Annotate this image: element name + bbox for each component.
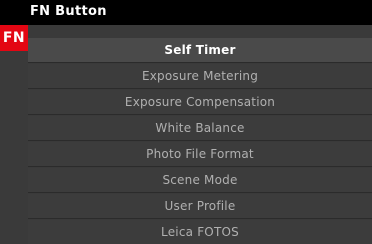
- menu-item-exposure-compensation[interactable]: Exposure Compensation: [28, 90, 372, 115]
- menu-title: FN Button: [30, 4, 107, 19]
- menu-item-white-balance[interactable]: White Balance: [28, 116, 372, 141]
- fn-button-menu-screen: FN Button Self Timer Exposure Metering E…: [0, 0, 372, 244]
- menu-item-leica-fotos[interactable]: Leica FOTOS: [28, 220, 372, 244]
- fn-assignment-list: Self Timer Exposure Metering Exposure Co…: [28, 38, 372, 244]
- menu-item-exposure-metering[interactable]: Exposure Metering: [28, 64, 372, 89]
- menu-item-scene-mode[interactable]: Scene Mode: [28, 168, 372, 193]
- menu-item-user-profile[interactable]: User Profile: [28, 194, 372, 219]
- menu-item-self-timer[interactable]: Self Timer: [28, 38, 372, 63]
- fn-badge-icon: FN: [0, 25, 28, 51]
- menu-header: FN Button: [0, 0, 372, 25]
- menu-item-photo-file-format[interactable]: Photo File Format: [28, 142, 372, 167]
